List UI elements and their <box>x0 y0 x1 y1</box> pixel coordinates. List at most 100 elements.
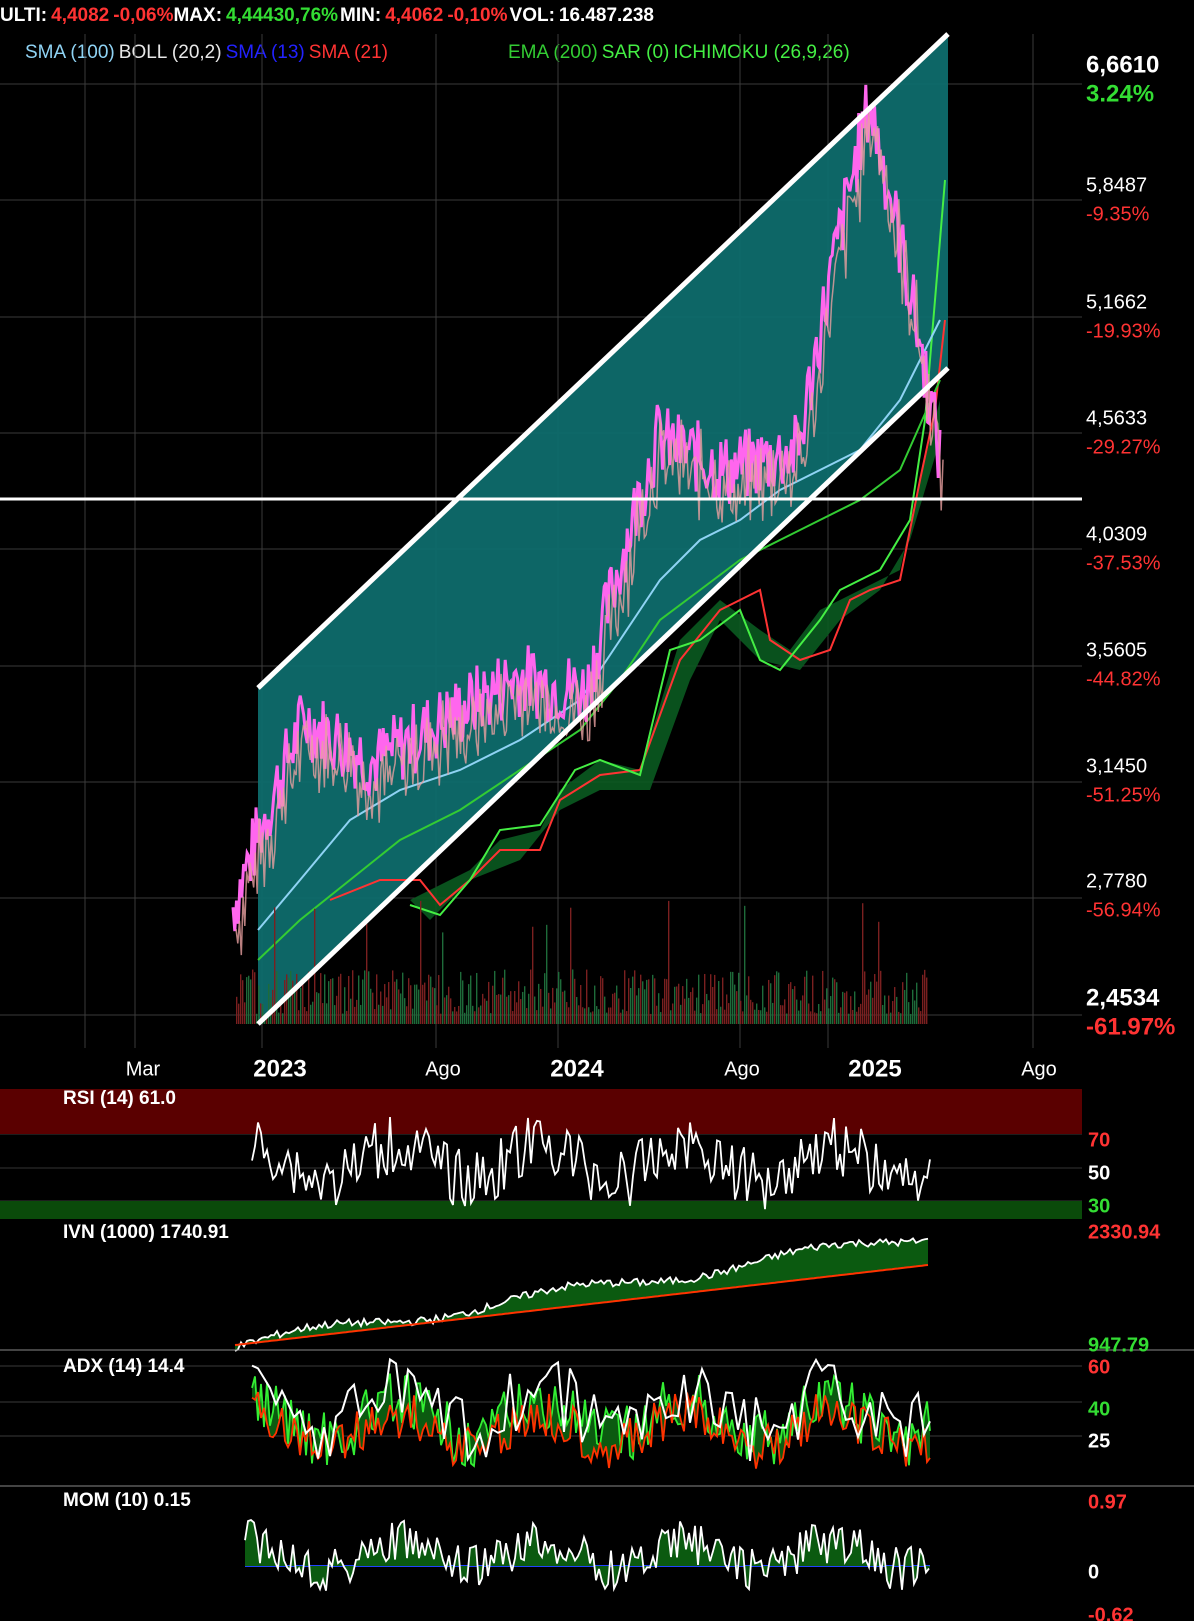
time-tick-label: 2025 <box>848 1055 901 1082</box>
volume-bar <box>364 970 366 1024</box>
volume-bar <box>796 999 798 1024</box>
volume-bar <box>854 991 856 1024</box>
volume-bar <box>752 1002 754 1024</box>
volume-bar <box>816 1013 818 1024</box>
volume-bar <box>914 1000 916 1024</box>
price-tick-label: 3,5605 <box>1086 639 1147 661</box>
price-pct-label: 3.24% <box>1086 80 1154 107</box>
volume-bar <box>312 1001 314 1024</box>
volume-bar <box>700 1013 702 1024</box>
volume-bar <box>344 987 346 1024</box>
volume-bar <box>800 1000 802 1024</box>
volume-bar <box>420 900 422 1024</box>
volume-bar <box>480 1005 482 1024</box>
volume-bar <box>822 970 824 1024</box>
volume-bar <box>320 973 322 1024</box>
volume-bar <box>442 932 444 1024</box>
volume-bar <box>638 988 640 1024</box>
volume-bar <box>536 1010 538 1024</box>
volume-bar <box>592 1011 594 1024</box>
volume-bar <box>880 970 882 1024</box>
volume-bar <box>304 1007 306 1024</box>
mom-title[interactable]: MOM (10) 0.15 <box>63 1490 191 1512</box>
volume-bar <box>688 997 690 1024</box>
rsi-oversold-zone <box>0 1201 1082 1219</box>
volume-bar <box>306 1011 308 1024</box>
volume-bar <box>510 991 512 1024</box>
volume-bar <box>778 972 780 1024</box>
price-tick-label: 3,1450 <box>1086 755 1147 777</box>
ivn-signal-line <box>234 1264 929 1346</box>
mom-level-min: -0.62 <box>1088 1604 1134 1621</box>
volume-bar <box>410 985 412 1024</box>
price-tick-label: 4,0309 <box>1086 523 1147 545</box>
volume-bar <box>804 976 806 1024</box>
volume-bar <box>844 992 846 1024</box>
volume-bar <box>856 1011 858 1024</box>
volume-bar <box>408 978 410 1024</box>
volume-bar <box>574 978 576 1024</box>
volume-bar <box>406 1006 408 1024</box>
volume-bar <box>254 972 256 1024</box>
volume-bar <box>562 991 564 1024</box>
time-tick-label: Mar <box>126 1058 161 1080</box>
volume-bar <box>602 978 604 1024</box>
volume-bar <box>652 974 654 1024</box>
volume-bar <box>702 1004 704 1024</box>
volume-bar <box>874 974 876 1024</box>
volume-bar <box>808 1003 810 1024</box>
adx-title[interactable]: ADX (14) 14.4 <box>63 1356 184 1378</box>
volume-bar <box>538 983 540 1024</box>
volume-bar <box>706 993 708 1024</box>
volume-bar <box>288 977 290 1024</box>
volume-bar <box>722 977 724 1024</box>
adx-level-25: 25 <box>1088 1430 1110 1452</box>
volume-bar <box>598 1009 600 1024</box>
volume-bar <box>908 1002 910 1024</box>
volume-bar <box>544 973 546 1024</box>
volume-bar <box>926 977 928 1024</box>
volume-bar <box>786 1013 788 1024</box>
volume-bar <box>532 926 534 1024</box>
volume-bar <box>910 1013 912 1024</box>
volume-bar <box>522 991 524 1024</box>
volume-bar <box>504 969 506 1024</box>
volume-bar <box>756 1003 758 1024</box>
volume-bar <box>730 971 732 1024</box>
volume-bar <box>646 979 648 1024</box>
volume-bar <box>828 1008 830 1024</box>
volume-bar <box>824 999 826 1024</box>
volume-bar <box>868 989 870 1024</box>
volume-bar <box>332 978 334 1024</box>
volume-bar <box>452 1011 454 1024</box>
volume-bar <box>890 1012 892 1024</box>
volume-bar <box>806 970 808 1024</box>
price-tick-label: 2,7780 <box>1086 870 1147 892</box>
volume-bar <box>628 978 630 1024</box>
volume-bar <box>542 1006 544 1024</box>
volume-bar <box>514 991 516 1024</box>
volume-bar <box>252 969 254 1024</box>
volume-bar <box>342 1013 344 1024</box>
volume-bar <box>576 997 578 1024</box>
volume-bar <box>818 1004 820 1024</box>
volume-bar <box>630 987 632 1024</box>
volume-bar <box>886 1013 888 1024</box>
volume-bar <box>850 996 852 1024</box>
volume-bar <box>340 973 342 1024</box>
rsi-title[interactable]: RSI (14) 61.0 <box>63 1088 176 1110</box>
volume-bar <box>694 1010 696 1024</box>
volume-bar <box>860 1003 862 1024</box>
volume-bar <box>300 987 302 1024</box>
volume-bar <box>496 994 498 1024</box>
volume-bar <box>330 979 332 1024</box>
volume-bar <box>426 1000 428 1024</box>
volume-bar <box>900 1013 902 1024</box>
volume-bar <box>276 971 278 1024</box>
volume-bar <box>244 1002 246 1024</box>
volume-bar <box>380 991 382 1024</box>
volume-bar <box>358 975 360 1024</box>
volume-bar <box>500 994 502 1024</box>
volume-bar <box>520 999 522 1024</box>
ivn-title[interactable]: IVN (1000) 1740.91 <box>63 1222 229 1244</box>
